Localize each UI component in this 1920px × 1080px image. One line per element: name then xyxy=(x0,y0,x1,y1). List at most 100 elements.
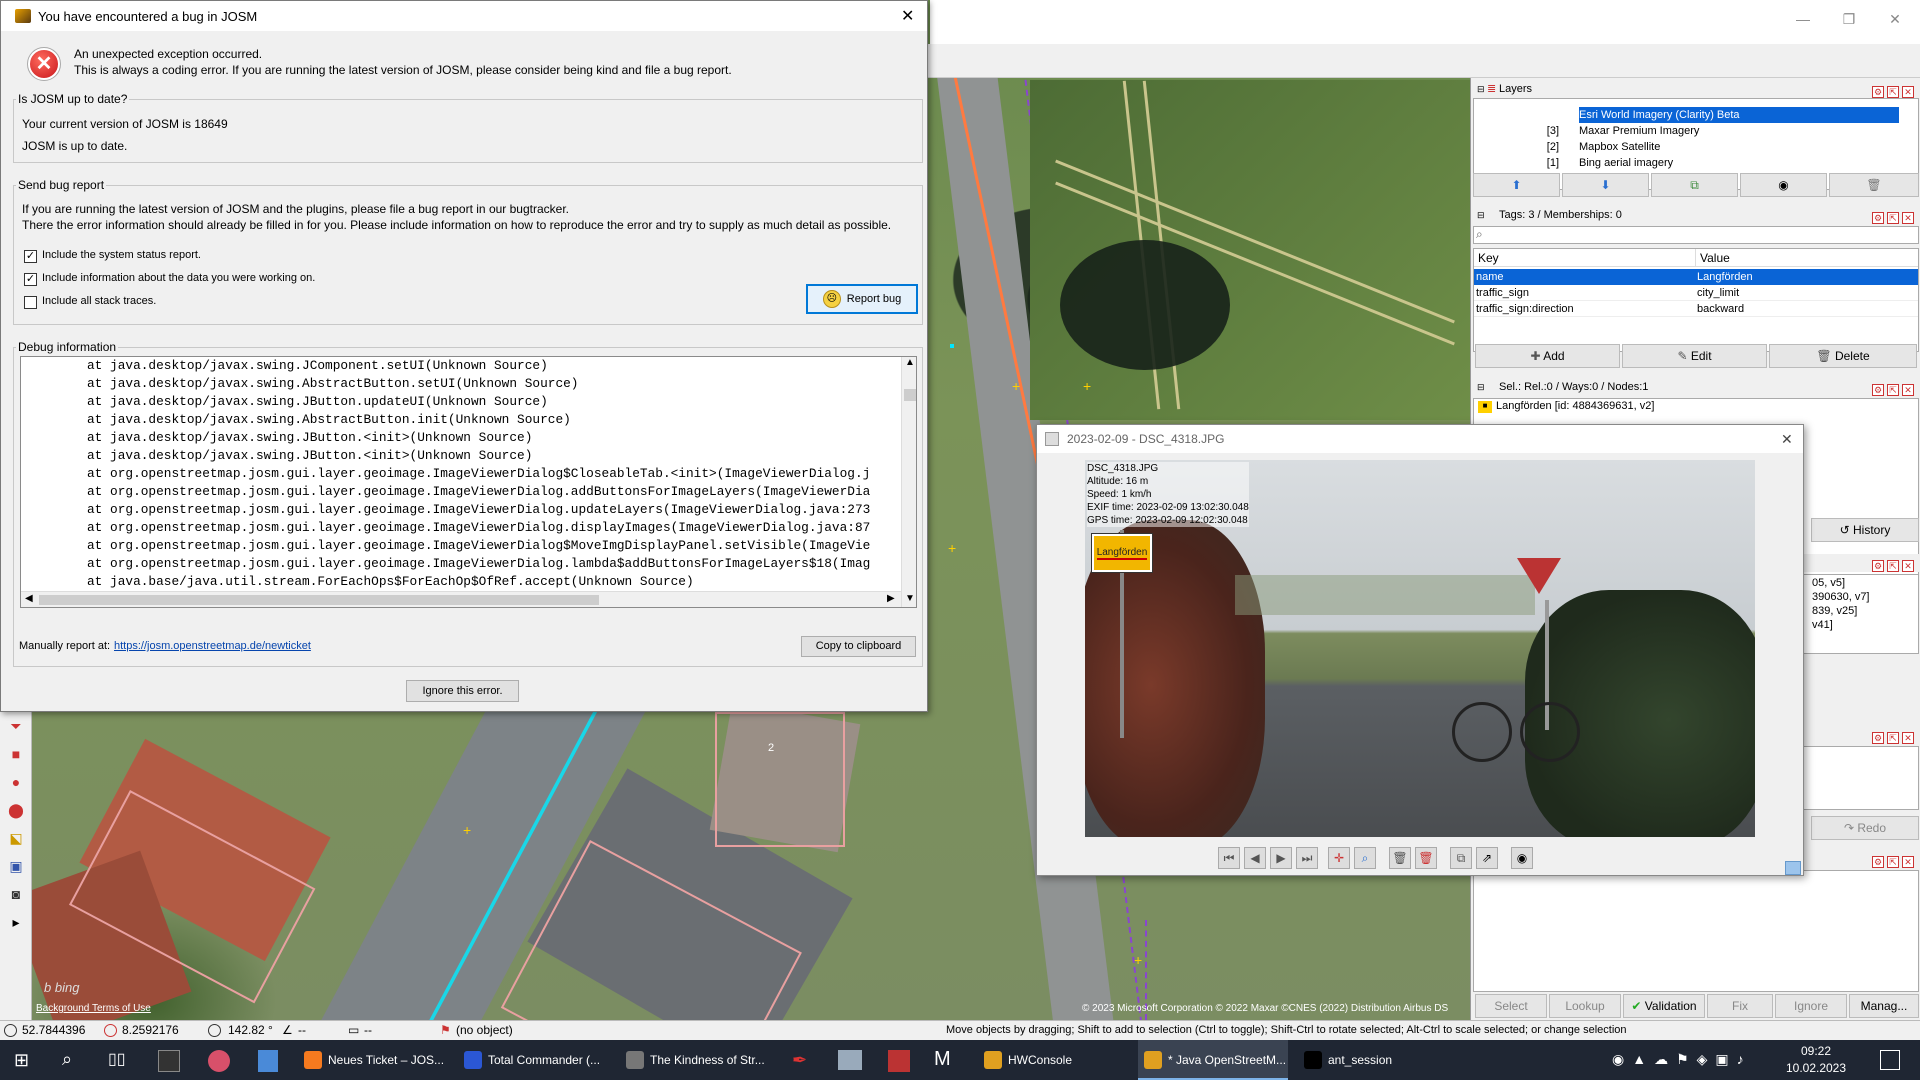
layers-panel-header[interactable]: ⊟ ≣ Layers ⚙ ⇱ ✕ xyxy=(1471,80,1920,98)
filter-icon[interactable]: ⏷ xyxy=(0,712,32,740)
select-button[interactable]: Select xyxy=(1475,994,1547,1018)
image-viewer-window[interactable]: 2023-02-09 - DSC_4318.JPG ✕ Langförden D… xyxy=(1036,424,1804,876)
close-icon[interactable]: ✕ xyxy=(901,6,914,26)
zoom-icon[interactable]: ⌕ xyxy=(1354,847,1376,869)
background-terms-link[interactable]: Background Terms of Use xyxy=(36,1003,151,1014)
tag-table[interactable]: Key Value name Langförden traffic_sign cit… xyxy=(1473,248,1919,352)
layer-row[interactable]: [1] Bing aerial imagery xyxy=(1547,155,1673,171)
copy-to-clipboard-button[interactable]: Copy to clipboard xyxy=(801,636,916,657)
tags-panel-header[interactable]: ⊟ Tags: 3 / Memberships: 0 ⚙ ⇱ ✕ xyxy=(1471,206,1920,224)
include-status-checkbox[interactable]: ✓ xyxy=(24,250,37,263)
layer-row[interactable]: [3] Maxar Premium Imagery xyxy=(1547,123,1700,139)
map-selected-node[interactable] xyxy=(950,344,954,348)
tag-row[interactable]: traffic_sign city_limit xyxy=(1474,285,1918,301)
taskbar-item[interactable]: Total Commander (... xyxy=(458,1040,610,1080)
scroll-left-icon[interactable]: ◀ xyxy=(25,593,33,604)
close-icon[interactable]: ✕ xyxy=(1902,560,1914,572)
copy-path-icon[interactable]: ⧉ xyxy=(1450,847,1472,869)
map-building-outline[interactable] xyxy=(715,712,845,847)
scroll-down-icon[interactable]: ▼ xyxy=(905,593,915,604)
marker-icon[interactable]: ⬤ xyxy=(0,796,32,824)
camera-icon[interactable]: ◙ xyxy=(0,880,32,908)
scroll-right-icon[interactable]: ▶ xyxy=(887,593,895,604)
delete-image-icon[interactable]: 🗑 xyxy=(1415,847,1437,869)
clock-time[interactable]: 09:22 xyxy=(1786,1044,1846,1058)
selection-panel-header[interactable]: ⊟ Sel.: Rel.:0 / Ways:0 / Nodes:1 ⚙ ⇱ ✕ xyxy=(1471,378,1920,396)
manage-button[interactable]: Manag... xyxy=(1849,994,1919,1018)
app-icon[interactable] xyxy=(158,1050,180,1072)
app-icon[interactable]: ✒ xyxy=(792,1050,807,1071)
map-node[interactable]: + xyxy=(948,540,956,556)
validation-button[interactable]: ✔ Validation xyxy=(1623,994,1705,1018)
expand-icon[interactable]: ▸ xyxy=(0,908,32,936)
calculator-icon[interactable] xyxy=(258,1050,278,1072)
dialog-titlebar[interactable]: You have encountered a bug in JOSM ✕ xyxy=(1,1,927,31)
selection-item[interactable]: Langförden [id: 4884369631, v2] xyxy=(1496,400,1654,412)
include-data-label[interactable]: Include information about the data you w… xyxy=(42,272,315,284)
task-view-icon[interactable]: ▯▯ xyxy=(108,1049,126,1069)
map-node[interactable]: + xyxy=(1012,378,1020,394)
scroll-thumb[interactable] xyxy=(39,595,599,605)
settings-icon[interactable]: ⚙ xyxy=(1872,856,1884,868)
viewer-titlebar[interactable]: 2023-02-09 - DSC_4318.JPG ✕ xyxy=(1037,425,1803,453)
collapse-icon[interactable]: ⊟ xyxy=(1477,206,1485,224)
close-icon[interactable]: ✕ xyxy=(1781,425,1793,453)
palette-icon[interactable]: ● xyxy=(0,768,32,796)
gift-icon[interactable]: ■ xyxy=(0,740,32,768)
move-down-button[interactable]: ⬇ xyxy=(1562,173,1649,197)
close-icon[interactable]: ✕ xyxy=(1902,212,1914,224)
visibility-button[interactable]: ◉ xyxy=(1740,173,1827,197)
tray-icons[interactable]: ◉▲☁⚑◈▣♪ xyxy=(1612,1051,1752,1068)
history-button[interactable]: ↺ History xyxy=(1811,518,1919,542)
close-icon[interactable]: ✕ xyxy=(1872,4,1918,34)
app-icon[interactable] xyxy=(208,1050,230,1072)
minimize-icon[interactable]: — xyxy=(1780,4,1826,34)
map-node[interactable]: + xyxy=(463,822,471,838)
close-icon[interactable]: ✕ xyxy=(1902,384,1914,396)
bug-dialog[interactable]: You have encountered a bug in JOSM ✕ ✕ A… xyxy=(0,0,928,712)
delete-tag-button[interactable]: 🗑 Delete xyxy=(1769,344,1917,368)
taskbar-item[interactable]: Neues Ticket – JOS... xyxy=(298,1040,446,1080)
previous-image-icon[interactable]: ◀ xyxy=(1244,847,1266,869)
center-view-icon[interactable]: ✛ xyxy=(1328,847,1350,869)
taskbar-item[interactable]: HWConsole xyxy=(978,1040,1128,1080)
detach-icon[interactable]: ⇱ xyxy=(1887,732,1899,744)
report-bug-button[interactable]: ☹ Report bug xyxy=(806,284,918,314)
next-image-icon[interactable]: ▶ xyxy=(1270,847,1292,869)
layer-row[interactable]: [4] Esri World Imagery (Clarity) Beta xyxy=(1547,107,1899,123)
remove-image-icon[interactable]: 🗑 xyxy=(1389,847,1411,869)
close-icon[interactable]: ✕ xyxy=(1902,732,1914,744)
last-image-icon[interactable]: ⏭ xyxy=(1296,847,1318,869)
windows-start-icon[interactable]: ⊞ xyxy=(14,1050,29,1071)
add-tag-button[interactable]: ✚ Add xyxy=(1475,344,1620,368)
layer-row[interactable]: [2] Mapbox Satellite xyxy=(1547,139,1661,155)
detach-icon[interactable]: ⇱ xyxy=(1887,384,1899,396)
fix-button[interactable]: Fix xyxy=(1707,994,1773,1018)
select-tool-icon[interactable]: ▣ xyxy=(0,852,32,880)
app-icon[interactable]: M xyxy=(934,1048,951,1071)
tag-row[interactable]: traffic_sign:direction backward xyxy=(1474,301,1918,317)
detach-icon[interactable]: ⇱ xyxy=(1887,86,1899,98)
maximize-icon[interactable]: ❐ xyxy=(1826,4,1872,34)
close-icon[interactable]: ✕ xyxy=(1902,856,1914,868)
settings-icon[interactable]: ⚙ xyxy=(1872,732,1884,744)
settings-icon[interactable]: ⚙ xyxy=(1872,86,1884,98)
settings-icon[interactable]: ⚙ xyxy=(1872,384,1884,396)
close-icon[interactable]: ✕ xyxy=(1902,86,1914,98)
eye-icon[interactable]: ◉ xyxy=(1511,847,1533,869)
collapse-icon[interactable]: ⊟ xyxy=(1477,80,1485,98)
detach-icon[interactable]: ⇱ xyxy=(1887,856,1899,868)
col-value[interactable]: Value xyxy=(1695,249,1730,267)
merge-button[interactable]: ⧉ xyxy=(1651,173,1738,197)
include-data-checkbox[interactable]: ✓ xyxy=(24,273,37,286)
include-status-label[interactable]: Include the system status report. xyxy=(42,249,201,261)
collapse-icon[interactable]: ⊟ xyxy=(1477,378,1485,396)
taskbar-item[interactable]: ant_session xyxy=(1298,1040,1448,1080)
detach-icon[interactable]: ⇱ xyxy=(1887,560,1899,572)
search-icon[interactable]: ⌕ xyxy=(62,1049,72,1070)
redo-button[interactable]: ↷ Redo xyxy=(1811,816,1919,840)
edit-tag-button[interactable]: ✎ Edit xyxy=(1622,344,1767,368)
first-image-icon[interactable]: ⏮ xyxy=(1218,847,1240,869)
clock-date[interactable]: 10.02.2023 xyxy=(1778,1061,1854,1075)
manual-report-link[interactable]: https://josm.openstreetmap.de/newticket xyxy=(114,640,311,652)
